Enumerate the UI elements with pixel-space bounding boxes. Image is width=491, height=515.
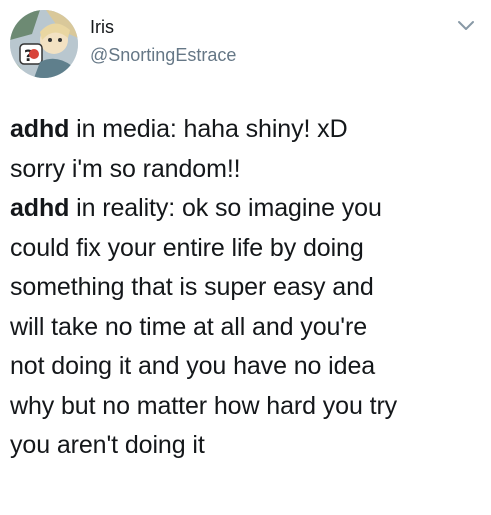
bold-term: adhd <box>10 194 70 222</box>
tweet-line: something that is super easy and <box>10 268 480 308</box>
tweet-card: ? Iris @SnortingEstrace adhd in media: h… <box>0 0 491 515</box>
line-text: in reality: ok so imagine you <box>69 194 382 222</box>
tweet-line: will take no time at all and you're <box>10 308 480 348</box>
cartoon-avatar-icon: ? <box>10 10 78 78</box>
tweet-line: could fix your entire life by doing <box>10 229 480 269</box>
tweet-line: not doing it and you have no idea <box>10 347 480 387</box>
tweet-line: you aren't doing it <box>10 426 480 466</box>
tweet-text: adhd in media: haha shiny! xD sorry i'm … <box>10 110 480 466</box>
line-text: why but no matter how hard you try <box>10 391 398 420</box>
line-text: something that is super easy and <box>10 273 374 301</box>
display-name[interactable]: Iris <box>90 16 236 38</box>
line-text: in media: haha shiny! xD <box>69 115 348 143</box>
tweet-line: sorry i'm so random!! <box>10 150 480 190</box>
line-text: will take no time at all and you're <box>10 312 368 341</box>
avatar[interactable]: ? <box>10 10 78 78</box>
author-names: Iris @SnortingEstrace <box>90 16 236 66</box>
tweet-line: adhd in media: haha shiny! xD <box>10 110 480 150</box>
tweet-header: ? Iris @SnortingEstrace <box>10 10 481 80</box>
line-text: sorry i'm so random!! <box>10 154 241 183</box>
chevron-down-icon[interactable] <box>455 14 477 36</box>
line-text: not doing it and you have no idea <box>10 352 376 380</box>
tweet-line: adhd in reality: ok so imagine you <box>10 189 480 229</box>
line-text: could fix your entire life by doing <box>10 233 364 262</box>
user-handle[interactable]: @SnortingEstrace <box>90 44 236 66</box>
tweet-line: why but no matter how hard you try <box>10 387 480 427</box>
line-text: you aren't doing it <box>10 431 205 459</box>
bold-term: adhd <box>10 115 70 143</box>
